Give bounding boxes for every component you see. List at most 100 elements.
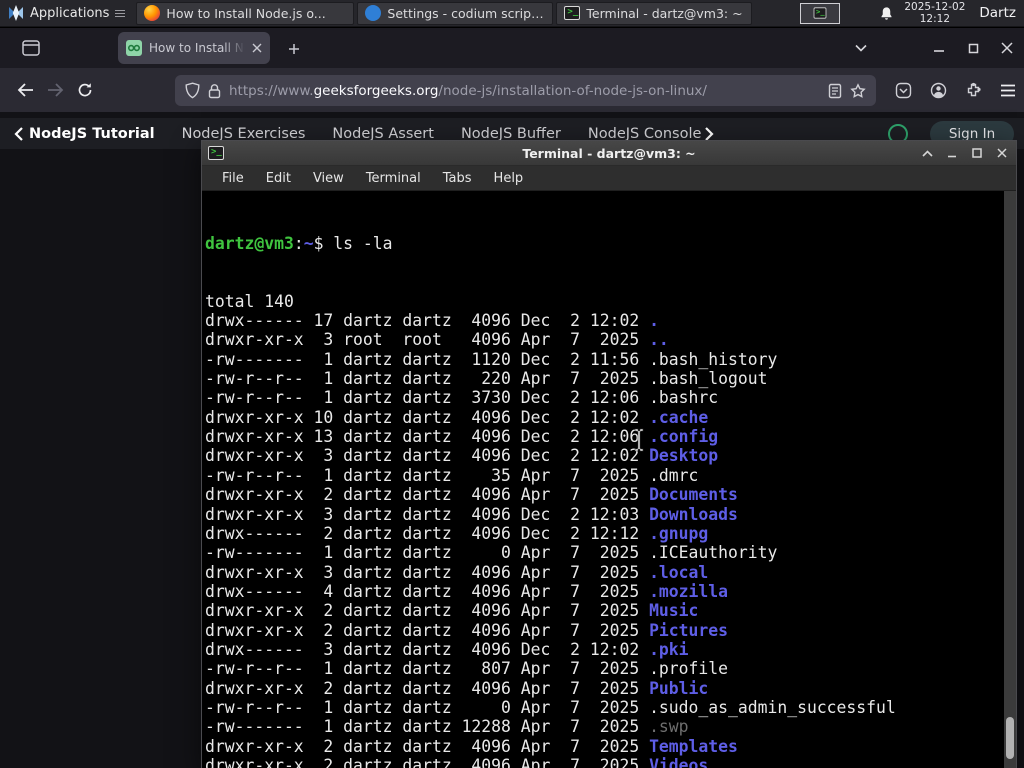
- terminal-app-icon: >_: [208, 146, 224, 160]
- taskbar-button-label: Terminal - dartz@vm3: ~: [586, 5, 743, 21]
- taskbar: How to Install Node.js o... Settings - co…: [133, 1, 753, 25]
- bookmark-star-icon[interactable]: [850, 82, 866, 99]
- terminal-minimize-button[interactable]: [944, 145, 960, 161]
- toolbar-right-icons: [895, 75, 1016, 106]
- firefox-view-icon[interactable]: [16, 35, 46, 61]
- terminal-window: >_ Terminal - dartz@vm3: ~ File Edit View T…: [201, 140, 1017, 768]
- back-icon[interactable]: [10, 75, 40, 105]
- terminal-line: drwxr-xr-x 3 dartz dartz 4096 Apr 7 2025…: [205, 562, 709, 582]
- file-name: .: [649, 311, 659, 331]
- tab-strip: How to Install Node.js on: [0, 28, 1024, 68]
- prompt-command: $ ls -la: [313, 233, 393, 253]
- scroll-left-chevron-icon[interactable]: [0, 126, 29, 141]
- taskbar-button[interactable]: >_ Terminal - dartz@vm3: ~: [556, 1, 753, 25]
- notification-bell-icon[interactable]: [879, 6, 894, 21]
- clock-date: 2025-12-02: [904, 1, 966, 13]
- terminal-line: drwxr-xr-x 13 dartz dartz 4096 Dec 2 12:…: [205, 427, 719, 447]
- terminal-line: drwx------ 4 dartz dartz 4096 Apr 7 2025…: [205, 581, 729, 601]
- codium-icon: [365, 5, 382, 21]
- subnav-link[interactable]: NodeJS Tutorial: [29, 126, 155, 142]
- file-name: .local: [649, 562, 709, 582]
- terminal-line: drwxr-xr-x 2 dartz dartz 4096 Apr 7 2025…: [205, 678, 709, 698]
- menu-hamburger-icon[interactable]: [1000, 84, 1016, 97]
- file-name: .config: [649, 427, 719, 447]
- lock-icon[interactable]: [208, 83, 221, 99]
- terminal-scrollbar-thumb[interactable]: [1006, 717, 1014, 759]
- terminal-line: drwxr-xr-x 2 dartz dartz 4096 Apr 7 2025…: [205, 736, 738, 756]
- terminal-line: -rw------- 1 dartz dartz 1120 Dec 2 11:5…: [205, 349, 778, 369]
- file-name: Music: [649, 601, 699, 621]
- new-tab-button[interactable]: [282, 37, 306, 61]
- url-text[interactable]: https://www.geeksforgeeks.org/node-js/in…: [229, 83, 820, 99]
- forward-icon[interactable]: [40, 75, 70, 105]
- file-name: .dmrc: [649, 465, 699, 485]
- terminal-menu-tabs[interactable]: Tabs: [433, 168, 482, 189]
- panel-status-area: 2025-12-02 12:12 Dartz: [879, 1, 1024, 25]
- scroll-right-chevron-icon[interactable]: [701, 126, 718, 141]
- clock[interactable]: 2025-12-02 12:12: [904, 1, 965, 25]
- account-icon[interactable]: [930, 82, 947, 99]
- terminal-line: -rw-r--r-- 1 dartz dartz 35 Apr 7 2025 .…: [205, 465, 699, 485]
- workspace-active[interactable]: >_: [800, 2, 841, 24]
- terminal-menubar: File Edit View Terminal Tabs Help: [202, 166, 1016, 191]
- file-name: .bashrc: [649, 388, 719, 408]
- terminal-menu-terminal[interactable]: Terminal: [356, 168, 431, 189]
- shield-icon[interactable]: [185, 82, 200, 99]
- terminal-close-button[interactable]: [994, 145, 1010, 161]
- terminal-menu-edit[interactable]: Edit: [256, 168, 301, 189]
- file-name: .bash_history: [649, 349, 778, 369]
- applications-label: Applications: [30, 5, 110, 21]
- file-name: Templates: [649, 736, 738, 756]
- tab-close-icon[interactable]: [252, 43, 262, 53]
- terminal-menu-help[interactable]: Help: [484, 168, 534, 189]
- file-name: Downloads: [649, 504, 738, 524]
- terminal-line: -rw-r--r-- 1 dartz dartz 807 Apr 7 2025 …: [205, 659, 729, 679]
- file-name: Pictures: [649, 620, 729, 640]
- prompt-user-host: dartz@vm3: [205, 233, 294, 253]
- terminal-content[interactable]: dartz@vm3:~$ ls -la total 140 drwx------ …: [202, 191, 1016, 768]
- terminal-maximize-button[interactable]: [969, 145, 985, 161]
- list-tabs-chevron-icon[interactable]: [848, 36, 874, 60]
- url-bar[interactable]: https://www.geeksforgeeks.org/node-js/in…: [175, 75, 876, 106]
- file-name: .gnupg: [649, 523, 709, 543]
- terminal-menu-view[interactable]: View: [303, 168, 354, 189]
- browser-close-button[interactable]: [994, 36, 1020, 60]
- file-name: .sudo_as_admin_successful: [649, 697, 896, 717]
- browser-minimize-button[interactable]: [926, 36, 952, 60]
- browser-tab[interactable]: How to Install Node.js on: [118, 32, 270, 64]
- file-name: .profile: [649, 659, 729, 679]
- terminal-scrollbar[interactable]: [1004, 191, 1016, 768]
- url-scheme: https://www.: [229, 82, 314, 99]
- file-name: Public: [649, 678, 709, 698]
- terminal-line: drwx------ 2 dartz dartz 4096 Dec 2 12:1…: [205, 523, 709, 543]
- applications-menu-button[interactable]: Applications: [0, 0, 133, 27]
- file-name: .pki: [649, 639, 689, 659]
- terminal-rollup-icon[interactable]: [919, 145, 935, 161]
- extensions-puzzle-icon[interactable]: [965, 82, 982, 99]
- terminal-line: -rw------- 1 dartz dartz 12288 Apr 7 202…: [205, 717, 689, 737]
- reload-icon[interactable]: [70, 75, 100, 105]
- taskbar-button[interactable]: How to Install Node.js o...: [136, 1, 355, 25]
- terminal-line: drwxr-xr-x 2 dartz dartz 4096 Apr 7 2025…: [205, 601, 699, 621]
- user-menu[interactable]: Dartz: [975, 5, 1016, 21]
- taskbar-button-label: How to Install Node.js o...: [166, 5, 326, 21]
- applications-icon: [8, 5, 24, 21]
- terminal-prompt-line: dartz@vm3:~$ ls -la: [205, 233, 393, 253]
- pocket-icon[interactable]: [895, 82, 912, 99]
- terminal-titlebar[interactable]: >_ Terminal - dartz@vm3: ~: [202, 141, 1016, 166]
- workspace-switcher[interactable]: >_: [800, 2, 841, 24]
- browser-maximize-button[interactable]: [960, 36, 986, 60]
- terminal-line: -rw-r--r-- 1 dartz dartz 0 Apr 7 2025 .s…: [205, 697, 896, 717]
- terminal-line: -rw------- 1 dartz dartz 0 Apr 7 2025 .I…: [205, 543, 778, 563]
- terminal-line: drwxr-xr-x 10 dartz dartz 4096 Dec 2 12:…: [205, 407, 709, 427]
- firefox-icon: [144, 5, 161, 21]
- terminal-line: drwxr-xr-x 2 dartz dartz 4096 Apr 7 2025…: [205, 620, 729, 640]
- url-domain: geeksforgeeks.org: [313, 82, 439, 99]
- prompt-cwd: ~: [303, 233, 314, 253]
- url-path: /node-js/installation-of-node-js-on-linu…: [438, 82, 707, 99]
- taskbar-button[interactable]: Settings - codium script...: [357, 1, 554, 25]
- reader-mode-icon[interactable]: [828, 83, 842, 99]
- terminal-window-title: Terminal - dartz@vm3: ~: [522, 145, 696, 161]
- navigation-toolbar: https://www.geeksforgeeks.org/node-js/in…: [0, 68, 1024, 112]
- terminal-menu-file[interactable]: File: [212, 168, 254, 189]
